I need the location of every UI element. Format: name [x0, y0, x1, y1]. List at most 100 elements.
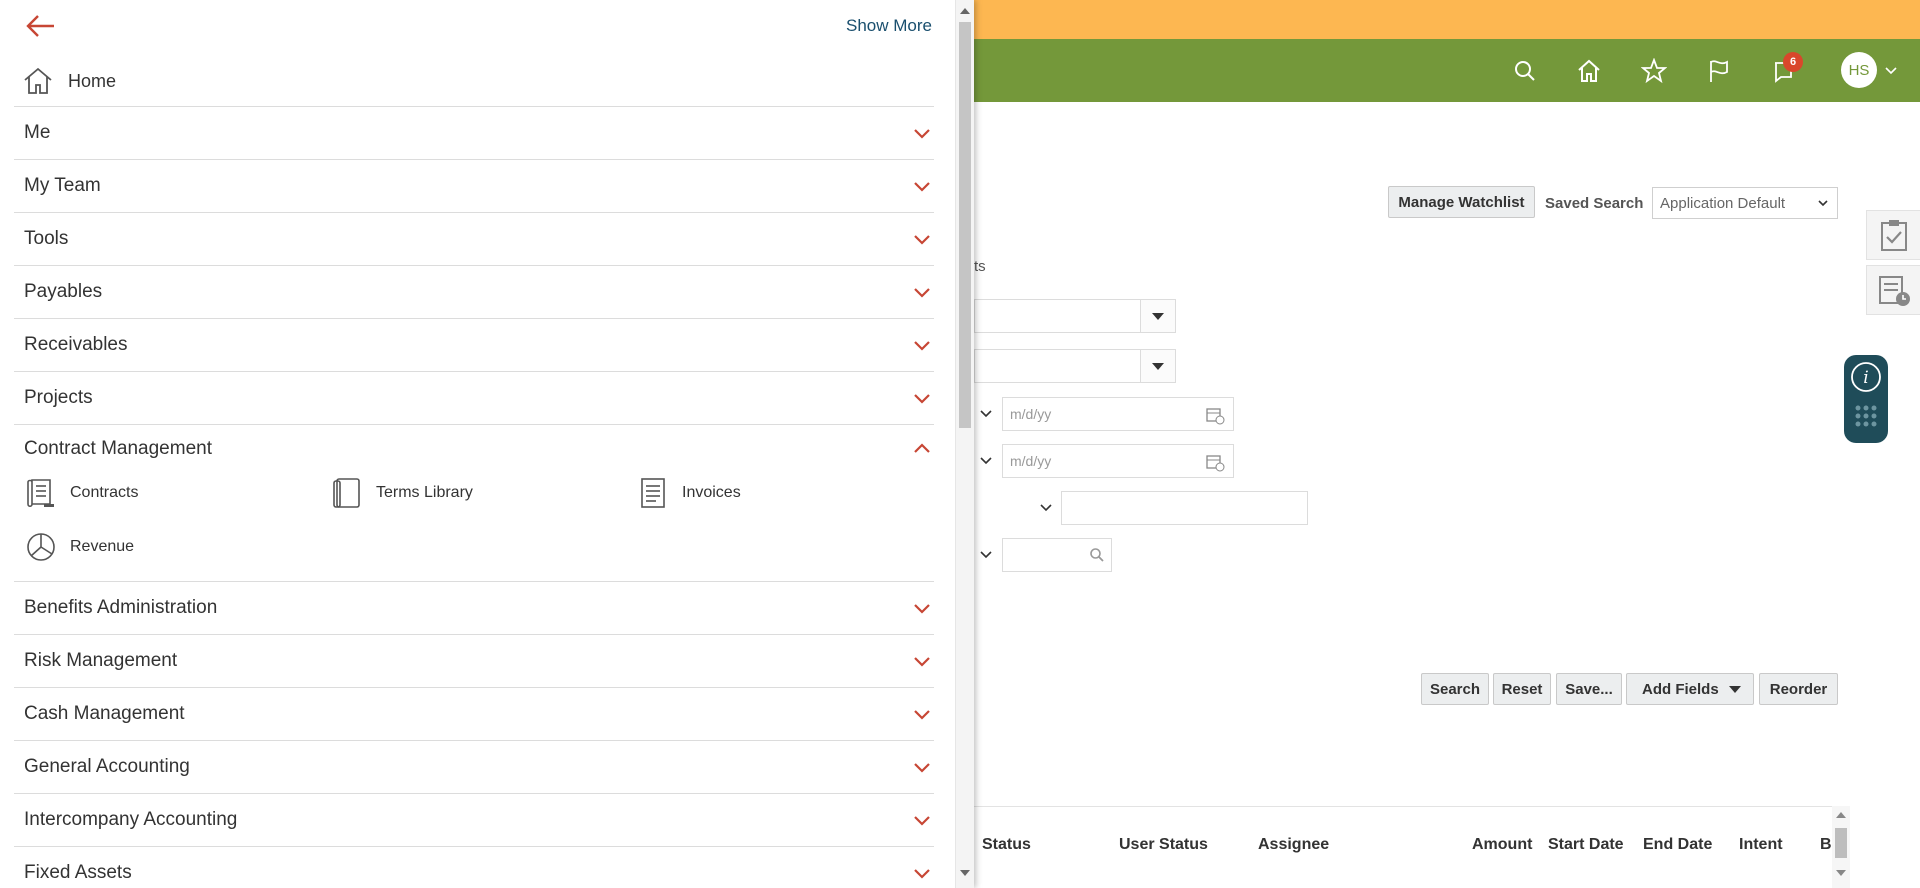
home-label: Home	[68, 70, 117, 91]
scroll-down-icon[interactable]	[1836, 870, 1846, 876]
nav-group-general-accounting[interactable]: General Accounting	[14, 740, 934, 793]
nav-group-label: Risk Management	[24, 650, 178, 671]
chevron-down-icon[interactable]	[979, 407, 993, 421]
dropdown-arrow-icon	[1152, 362, 1164, 370]
nav-link-revenue[interactable]: Revenue	[14, 527, 134, 567]
nav-group-label: Intercompany Accounting	[24, 809, 238, 830]
add-fields-button[interactable]: Add Fields	[1626, 673, 1754, 705]
chevron-down-icon	[914, 182, 930, 192]
nav-group-intercompany-accounting[interactable]: Intercompany Accounting	[14, 793, 934, 846]
scrollbar-thumb[interactable]	[1835, 828, 1847, 858]
help-info-widget[interactable]: i	[1844, 355, 1888, 443]
save-button[interactable]: Save...	[1556, 673, 1622, 705]
search-field-1[interactable]	[974, 299, 1142, 333]
column-header-amount[interactable]: Amount	[1472, 836, 1532, 854]
apps-grid-icon[interactable]	[1853, 403, 1879, 429]
manage-watchlist-button[interactable]: Manage Watchlist	[1388, 186, 1535, 218]
home-icon	[24, 67, 52, 94]
nav-link-label: Terms Library	[376, 484, 473, 501]
amount-input[interactable]	[1061, 491, 1308, 525]
flag-icon[interactable]	[1703, 55, 1735, 87]
lookup-input[interactable]	[1002, 538, 1112, 572]
checklist-panel-tab[interactable]	[1866, 210, 1920, 260]
column-header-start-date[interactable]: Start Date	[1548, 836, 1624, 854]
column-header-user-status[interactable]: User Status	[1119, 836, 1208, 854]
show-more-link[interactable]: Show More	[846, 16, 932, 36]
nav-group-cash-management[interactable]: Cash Management	[14, 687, 934, 740]
reorder-button[interactable]: Reorder	[1759, 673, 1838, 705]
nav-group-projects[interactable]: Projects	[14, 371, 934, 424]
nav-link-invoices[interactable]: Invoices	[626, 473, 741, 513]
nav-group-label: Benefits Administration	[24, 597, 218, 618]
chevron-down-icon	[914, 235, 930, 245]
start-date-input[interactable]: m/d/yy	[1002, 397, 1234, 431]
navigator-list: Me My Team Tools Payables Receivables Pr…	[14, 106, 934, 888]
nav-group-label: Cash Management	[24, 703, 185, 724]
terms-library-book-icon	[333, 478, 360, 508]
nav-group-fixed-assets[interactable]: Fixed Assets	[14, 846, 934, 888]
recent-items-panel-tab[interactable]	[1866, 265, 1920, 315]
chevron-down-icon	[914, 341, 930, 351]
dropdown-arrow-icon	[1729, 686, 1741, 693]
saved-search-value: Application Default	[1660, 194, 1786, 212]
nav-link-terms-library[interactable]: Terms Library	[320, 473, 473, 513]
chevron-down-icon[interactable]	[979, 454, 993, 468]
nav-group-me[interactable]: Me	[14, 106, 934, 159]
nav-group-label: Receivables	[24, 334, 128, 355]
nav-group-benefits-administration[interactable]: Benefits Administration	[14, 581, 934, 634]
column-header-assignee[interactable]: Assignee	[1258, 836, 1329, 854]
nav-group-label: Projects	[24, 387, 93, 408]
search-field-1-dropdown[interactable]	[1140, 299, 1176, 333]
scroll-up-icon[interactable]	[1836, 812, 1846, 818]
chevron-down-icon	[914, 657, 930, 667]
search-field-2[interactable]	[974, 349, 1142, 383]
calendar-icon[interactable]	[1205, 452, 1225, 472]
navigator-home-link[interactable]: Home	[14, 56, 934, 106]
end-date-input[interactable]: m/d/yy	[1002, 444, 1234, 478]
chevron-down-icon	[1818, 200, 1828, 207]
nav-link-contracts[interactable]: Contracts	[14, 473, 138, 513]
scroll-down-icon[interactable]	[960, 870, 970, 876]
scrollbar-thumb[interactable]	[959, 22, 971, 428]
navigator-drawer: Show More Home Me My Team Tools Payables…	[0, 0, 974, 888]
info-icon[interactable]: i	[1850, 361, 1882, 393]
back-arrow-icon[interactable]	[24, 12, 56, 40]
saved-search-select[interactable]: Application Default	[1652, 187, 1838, 219]
chevron-down-icon[interactable]	[1884, 64, 1898, 78]
search-button[interactable]: Search	[1421, 673, 1489, 705]
nav-group-label: General Accounting	[24, 756, 190, 777]
results-table-border	[970, 806, 1850, 807]
column-header-truncated[interactable]: B	[1820, 836, 1832, 854]
column-header-intent[interactable]: Intent	[1739, 836, 1783, 854]
invoice-document-icon	[641, 478, 665, 508]
calendar-icon[interactable]	[1205, 405, 1225, 425]
notification-badge: 6	[1783, 52, 1803, 72]
results-scrollbar[interactable]	[1832, 806, 1850, 888]
column-header-end-date[interactable]: End Date	[1643, 836, 1712, 854]
home-icon[interactable]	[1573, 55, 1605, 87]
star-icon[interactable]	[1638, 55, 1670, 87]
contracts-scroll-icon	[27, 479, 54, 508]
chevron-down-icon[interactable]	[1039, 501, 1053, 515]
column-header-status[interactable]: Status	[982, 836, 1031, 854]
nav-group-risk-management[interactable]: Risk Management	[14, 634, 934, 687]
navigator-scrollbar[interactable]	[955, 0, 974, 888]
nav-group-label: Contract Management	[24, 438, 212, 459]
nav-group-contract-management[interactable]: Contract Management Contracts Terms Libr…	[14, 424, 934, 581]
nav-group-label: My Team	[24, 175, 101, 196]
nav-group-payables[interactable]: Payables	[14, 265, 934, 318]
chevron-down-icon[interactable]	[979, 548, 993, 562]
contract-management-children: Contracts Terms Library Invoices Revenue	[14, 473, 934, 581]
scroll-up-icon[interactable]	[960, 8, 970, 14]
search-icon[interactable]	[1089, 547, 1105, 563]
chevron-down-icon	[914, 394, 930, 404]
nav-group-tools[interactable]: Tools	[14, 212, 934, 265]
nav-group-receivables[interactable]: Receivables	[14, 318, 934, 371]
clipboard-check-icon	[1880, 220, 1907, 251]
search-icon[interactable]	[1509, 55, 1541, 87]
reset-button[interactable]: Reset	[1493, 673, 1551, 705]
nav-group-my-team[interactable]: My Team	[14, 159, 934, 212]
avatar[interactable]: HS	[1841, 52, 1877, 88]
search-field-2-dropdown[interactable]	[1140, 349, 1176, 383]
nav-group-label: Payables	[24, 281, 103, 302]
